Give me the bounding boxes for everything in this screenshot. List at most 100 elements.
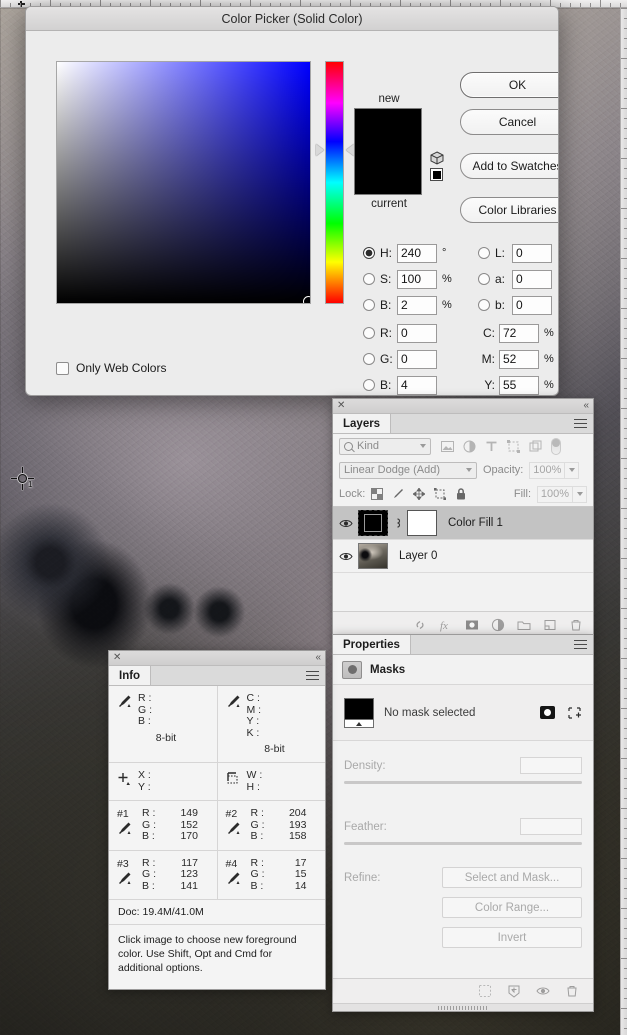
color-sampler-marker-1[interactable]: 1 [10, 466, 40, 492]
checkbox-box[interactable] [56, 361, 69, 375]
input-yellow[interactable]: 55 [499, 375, 539, 395]
field-magenta[interactable]: M: 52 % [478, 349, 554, 369]
radio-brightness[interactable] [363, 299, 375, 311]
radio-lab-l[interactable] [478, 247, 490, 259]
field-blue[interactable]: B: 4 [363, 375, 437, 395]
collapse-icon[interactable]: « [315, 653, 321, 663]
hue-slider-handle-right-icon[interactable] [346, 144, 354, 156]
input-lab-b[interactable]: 0 [512, 295, 552, 315]
new-layer-icon[interactable] [543, 618, 557, 632]
input-red[interactable]: 0 [397, 323, 437, 343]
saturation-brightness-field[interactable] [56, 61, 311, 304]
filter-smart-object-icon[interactable] [529, 440, 542, 453]
eye-icon[interactable] [339, 551, 353, 562]
lock-position-move-icon[interactable] [413, 488, 426, 500]
add-pixel-mask-icon[interactable] [540, 706, 555, 719]
field-saturation[interactable]: S: 100 % [363, 269, 452, 289]
properties-footer-toolbar[interactable] [333, 978, 593, 1003]
lock-row[interactable]: Lock: Fill: 100% [333, 482, 593, 506]
vertical-ruler[interactable] [620, 8, 627, 1035]
radio-green[interactable] [363, 353, 375, 365]
mask-action-buttons[interactable] [540, 706, 582, 720]
add-to-swatches-button[interactable]: Add to Swatches [460, 153, 558, 179]
lock-transparency-icon[interactable] [371, 488, 384, 500]
properties-tabrow[interactable]: Properties [333, 635, 593, 655]
density-row[interactable]: Density: [333, 741, 593, 784]
field-lab-a[interactable]: a: 0 [478, 269, 552, 289]
eye-icon[interactable] [339, 518, 353, 529]
blend-mode-select[interactable]: Linear Dodge (Add) [339, 461, 477, 479]
properties-panel[interactable]: Properties Masks No mask selected Densit… [332, 634, 594, 1012]
field-red[interactable]: R: 0 [363, 323, 437, 343]
close-icon[interactable]: ✕ [337, 401, 345, 411]
feather-input[interactable] [520, 818, 582, 835]
lock-all-icon[interactable] [455, 488, 467, 500]
hex-field-row[interactable]: # 000004 [363, 395, 443, 396]
info-tabrow[interactable]: Info [109, 666, 325, 686]
field-cyan[interactable]: C: 72 % [478, 323, 554, 343]
input-green[interactable]: 0 [397, 349, 437, 369]
hue-slider[interactable] [325, 61, 344, 304]
non-web-safe-warning-icon[interactable] [430, 168, 443, 181]
input-hue[interactable]: 240 [397, 243, 437, 263]
lock-buttons[interactable] [371, 488, 467, 500]
radio-lab-b[interactable] [478, 299, 490, 311]
layer-fill-thumbnail[interactable] [358, 510, 388, 536]
layers-panel-menu-button[interactable] [574, 414, 593, 433]
opacity-stepper[interactable] [565, 461, 580, 479]
tab-info[interactable]: Info [109, 666, 152, 685]
lock-artboard-icon[interactable] [434, 488, 447, 500]
ok-button[interactable]: OK [460, 72, 558, 98]
input-lab-l[interactable]: 0 [512, 243, 552, 263]
new-color-swatch[interactable] [354, 108, 422, 152]
filter-adjustment-icon[interactable] [463, 440, 476, 453]
info-panel-topbar[interactable]: ✕ « [109, 651, 325, 666]
delete-mask-trash-icon[interactable] [565, 984, 579, 998]
layers-panel-topbar[interactable]: ✕ « [333, 399, 593, 414]
invert-mask-button[interactable]: Invert [442, 927, 582, 948]
hex-input[interactable]: 000004 [375, 395, 443, 396]
field-green[interactable]: G: 0 [363, 349, 437, 369]
field-lab-b[interactable]: b: 0 [478, 295, 552, 315]
color-picker-dialog[interactable]: Color Picker (Solid Color) Only Web Colo… [25, 6, 559, 396]
layer-type-filters[interactable] [441, 437, 561, 455]
input-saturation[interactable]: 100 [397, 269, 437, 289]
layers-panel[interactable]: ✕ « Layers Kind Linear Dodge (Add) Opaci… [332, 398, 594, 638]
mask-status-row[interactable]: No mask selected [333, 685, 593, 741]
input-cyan[interactable]: 72 [499, 323, 539, 343]
filter-shape-icon[interactable] [507, 439, 520, 453]
new-adjustment-layer-icon[interactable] [491, 618, 505, 632]
panel-resize-grip[interactable] [333, 1003, 593, 1011]
field-yellow[interactable]: Y: 55 % [478, 375, 554, 395]
table-row[interactable]: Layer 0 [333, 540, 593, 573]
info-panel-menu-button[interactable] [306, 666, 325, 685]
radio-blue[interactable] [363, 379, 375, 391]
current-color-swatch[interactable] [354, 152, 422, 195]
blend-mode-row[interactable]: Linear Dodge (Add) Opacity: 100% [333, 458, 593, 482]
fill-stepper[interactable] [573, 485, 587, 503]
input-magenta[interactable]: 52 [499, 349, 539, 369]
radio-red[interactable] [363, 327, 375, 339]
input-blue[interactable]: 4 [397, 375, 437, 395]
color-libraries-button[interactable]: Color Libraries [460, 197, 558, 223]
cancel-button[interactable]: Cancel [460, 109, 558, 135]
filter-toggle-switch[interactable] [551, 437, 561, 455]
add-vector-mask-icon[interactable] [567, 706, 582, 720]
feather-row[interactable]: Feather: [333, 784, 593, 845]
fill-input[interactable]: 100% [537, 485, 573, 503]
hue-slider-handle-left-icon[interactable] [316, 144, 324, 156]
layer-mask-thumbnail[interactable] [407, 510, 437, 536]
field-brightness[interactable]: B: 2 % [363, 295, 452, 315]
layer-style-fx-icon[interactable]: fx [439, 618, 453, 632]
table-row[interactable]: Color Fill 1 [333, 507, 593, 540]
layer-image-thumbnail[interactable] [358, 543, 388, 569]
filter-image-icon[interactable] [441, 440, 454, 453]
filter-type-icon[interactable] [485, 440, 498, 453]
opacity-input[interactable]: 100% [529, 461, 566, 479]
close-icon[interactable]: ✕ [113, 653, 121, 663]
radio-saturation[interactable] [363, 273, 375, 285]
add-layer-mask-icon[interactable] [465, 618, 479, 632]
sb-selection-marker[interactable] [303, 296, 310, 303]
layers-filter-row[interactable]: Kind [333, 434, 593, 458]
radio-lab-a[interactable] [478, 273, 490, 285]
